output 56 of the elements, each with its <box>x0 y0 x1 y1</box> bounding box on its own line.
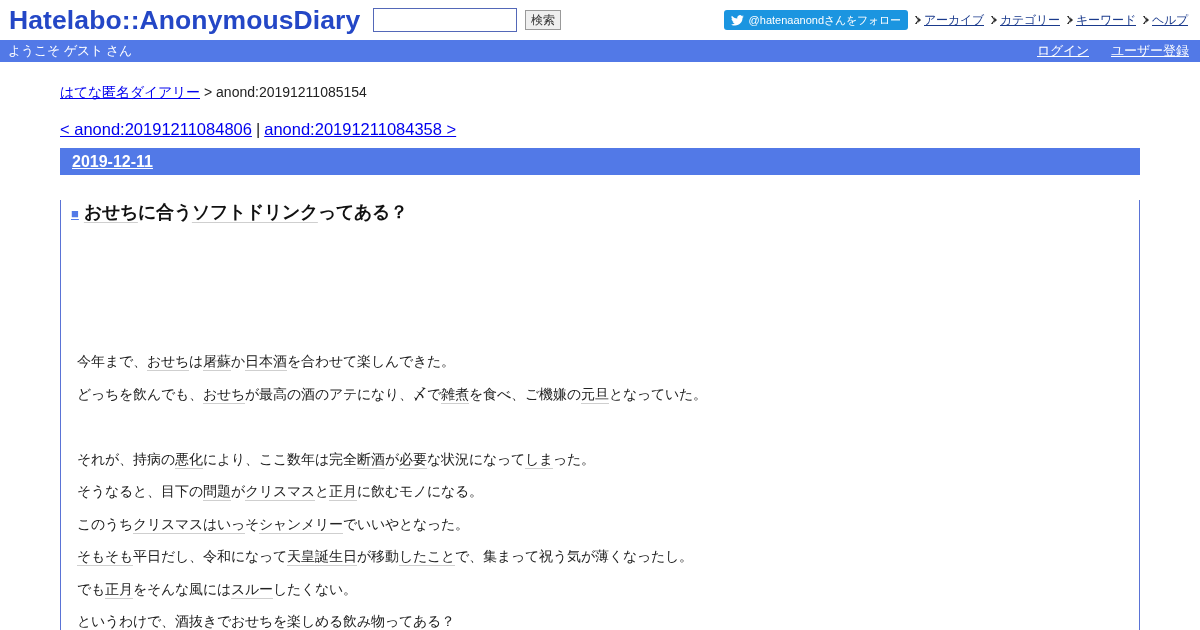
keyword-link[interactable]: おせち <box>203 385 245 402</box>
keyword-link[interactable]: 正月 <box>329 483 357 499</box>
keyword-link[interactable]: おせち <box>83 202 138 222</box>
search-field[interactable] <box>373 8 518 32</box>
account-link[interactable]: ユーザー登録 <box>1111 42 1189 60</box>
chevron-icon <box>1143 16 1149 24</box>
keyword-link[interactable]: 悪化 <box>175 450 203 467</box>
anchor-link[interactable]: ■ <box>71 202 79 226</box>
keyword-link[interactable]: 必要 <box>399 450 427 467</box>
entry-title: おせちに合う ソフトドリンク ってある？ <box>83 201 408 224</box>
keyword-link[interactable]: スルー <box>231 580 273 597</box>
chevron-icon <box>1067 16 1073 24</box>
keyword-link[interactable]: おせち <box>147 353 189 369</box>
chevron-icon <box>991 16 997 24</box>
nav-link[interactable]: アーカイブ <box>924 11 984 29</box>
pager-separator: | <box>255 120 261 139</box>
keyword-link[interactable]: しま <box>525 450 553 467</box>
prev-entry-link[interactable]: < anond:20191211084806 <box>60 120 252 139</box>
keyword-link[interactable]: 断酒 <box>357 450 385 467</box>
keyword-link[interactable]: おせち <box>231 613 273 629</box>
body-text: 今年まで、おせち は屠蘇か日本酒を合わせて楽しんできた。 <box>77 352 456 371</box>
body-text: どっちを飲んでも、おせちが最高の酒のアテになり、〆で雑煮を食べ、ご機嫌の元旦となっていた。 <box>77 384 708 404</box>
keyword-link[interactable]: 正月 <box>105 580 133 597</box>
nav-link[interactable]: カテゴリー <box>1000 11 1060 29</box>
body-text: それが、持病の悪化により、ここ数年は完全断酒が必要な状況になって しま った。 <box>77 449 596 469</box>
keyword-link[interactable]: 問題 <box>203 483 231 499</box>
keyword-link[interactable]: 日本酒 <box>245 353 287 369</box>
nav-link[interactable]: ヘルプ <box>1152 11 1188 29</box>
keyword-link[interactable]: 元旦 <box>581 385 609 402</box>
keyword-link[interactable]: したこと <box>399 548 455 564</box>
breadcrumb-current: > anond:20191211085154 <box>204 84 367 100</box>
keyword-link[interactable]: シャンメリー <box>259 515 343 532</box>
body-text: というわけで、酒抜きでおせち を楽しめる飲み物 ってある？ <box>77 612 456 630</box>
body-text: でも正月 をそんな風にはスルー したくない。 <box>77 579 358 599</box>
body-text: そうなると、目下の問題がクリスマス と正月 に飲むモノになる。 <box>77 482 484 501</box>
date-link[interactable]: 2019-12-11 <box>72 152 153 171</box>
welcome-text: ようこそ ゲスト さん <box>8 42 133 60</box>
keyword-link[interactable]: ソフトドリンク <box>191 202 318 222</box>
account-link[interactable]: ログイン <box>1037 42 1089 60</box>
keyword-link[interactable]: 雑煮 <box>441 385 469 402</box>
site-logo[interactable]: Hatelabo::AnonymousDiary <box>9 4 361 36</box>
body-text: このうち クリスマス はいっ そシャンメリーでいいやとなった。 <box>77 514 470 534</box>
breadcrumb-link[interactable]: はてな匿名ダイアリー <box>60 84 200 100</box>
keyword-link[interactable]: 天皇誕生日 <box>287 548 357 564</box>
bird-icon <box>730 14 744 26</box>
body-text: そもそも平日だし、令和になって 天皇誕生日が移動 したこと で、集まって祝う気が薄くなったし。 <box>77 547 694 566</box>
keyword-link[interactable]: 飲み物 <box>343 613 385 629</box>
keyword-link[interactable]: はいっ <box>203 515 245 532</box>
search-button[interactable]: 検索 <box>525 10 562 30</box>
next-entry-link[interactable]: anond:20191211084358 > <box>264 120 457 139</box>
keyword-link[interactable]: 屠蘇 <box>203 353 231 369</box>
chevron-icon <box>915 16 921 24</box>
keyword-link[interactable]: クリスマス <box>133 515 203 532</box>
nav-link[interactable]: キーワード <box>1076 11 1136 29</box>
keyword-link[interactable]: そもそも <box>77 548 133 564</box>
keyword-link[interactable]: クリスマス <box>245 483 315 499</box>
